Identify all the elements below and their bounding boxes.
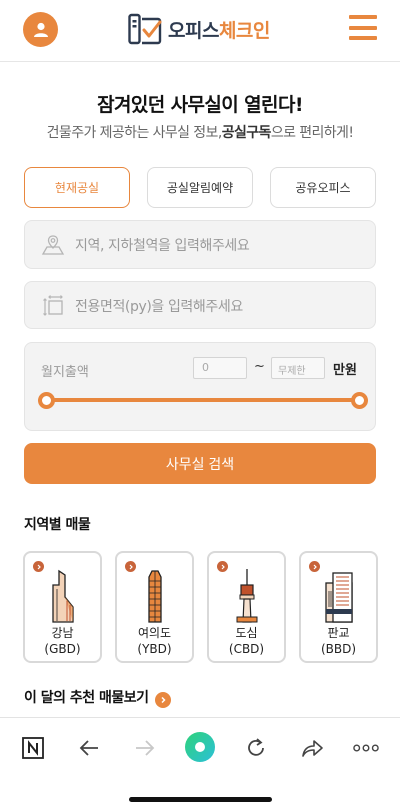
region-code: (BBD)	[320, 642, 357, 656]
app-header: 오피스체크인	[0, 0, 400, 62]
rent-unit: 만원	[333, 363, 357, 378]
tab-current-vacancy[interactable]: 현재공실	[24, 167, 130, 208]
area-measure-icon	[41, 294, 65, 318]
rent-max-input[interactable]: 무제한	[271, 357, 325, 379]
region-card-gangnam[interactable]: 강남 (GBD)	[23, 551, 102, 663]
logo-text-accent: 체크인	[218, 19, 270, 42]
rent-label: 월지출액	[41, 365, 89, 380]
region-code: (YBD)	[137, 642, 172, 656]
office-search-button[interactable]: 사무실 검색	[24, 443, 376, 484]
tab-shared-office[interactable]: 공유오피스	[270, 167, 376, 208]
chevron-right-icon	[154, 692, 171, 708]
region-card-cbd[interactable]: 도심 (CBD)	[207, 551, 286, 663]
user-avatar-icon[interactable]	[23, 12, 58, 47]
region-card-yeouido[interactable]: 여의도 (YBD)	[115, 551, 194, 663]
subtitle-prefix: 건물주가 제공하는 사무실 정보,	[46, 125, 223, 141]
region-code: (GBD)	[44, 642, 81, 656]
region-name: 판교 (BBD)	[301, 625, 376, 657]
region-code: (CBD)	[228, 642, 265, 656]
hamburger-menu-icon[interactable]	[349, 15, 377, 40]
share-icon[interactable]	[299, 735, 325, 761]
regions-title: 지역별 매물	[24, 517, 91, 533]
green-dot-icon[interactable]	[184, 731, 216, 763]
office-checkin-logo[interactable]: 오피스체크인	[128, 13, 270, 45]
logo-mark-icon	[128, 13, 162, 45]
more-dots-icon[interactable]	[353, 735, 379, 761]
region-name: 강남 (GBD)	[25, 625, 100, 657]
rent-slider-max-handle[interactable]	[351, 392, 368, 409]
pangyo-building-icon	[319, 567, 359, 623]
monthly-rent-filter: 월지출액 0 ~ 무제한 만원	[24, 342, 376, 431]
region-label: 여의도	[137, 626, 172, 640]
rent-min-input[interactable]: 0	[193, 357, 247, 379]
subtitle-suffix: 으로 편리하게!	[270, 125, 354, 141]
region-label: 판교	[327, 626, 350, 640]
region-label: 강남	[51, 626, 74, 640]
back-arrow-icon[interactable]	[76, 735, 102, 761]
region-name: 도심 (CBD)	[209, 625, 284, 657]
reload-icon[interactable]	[243, 735, 269, 761]
region-label: 도심	[235, 626, 258, 640]
area-input[interactable]: 전용면적(py)을 입력해주세요	[24, 281, 376, 329]
map-pin-icon	[41, 233, 65, 257]
rent-tilde: ~	[254, 359, 265, 374]
location-search-input[interactable]: 지역, 지하철역을 입력해주세요	[24, 220, 376, 269]
rent-slider-track[interactable]	[47, 398, 359, 402]
hero-title: 잠겨있던 사무실이 열린다!	[97, 94, 303, 116]
logo-text-main: 오피스	[168, 19, 219, 42]
region-card-pangyo[interactable]: 판교 (BBD)	[299, 551, 378, 663]
home-indicator[interactable]	[129, 797, 272, 802]
forward-arrow-icon[interactable]	[132, 735, 158, 761]
hero-subtitle: 건물주가 제공하는 사무실 정보,공실구독으로 편리하게!	[0, 122, 400, 142]
rent-slider-min-handle[interactable]	[38, 392, 55, 409]
region-name: 여의도 (YBD)	[117, 625, 192, 657]
naver-n-icon[interactable]	[20, 735, 46, 761]
location-placeholder: 지역, 지하철역을 입력해주세요	[75, 238, 250, 254]
logo-text: 오피스체크인	[168, 16, 270, 43]
recommend-link[interactable]: 이 달의 추천 매물보기	[24, 687, 171, 708]
namsan-tower-icon	[227, 567, 267, 623]
browser-toolbar	[0, 717, 400, 810]
recommend-title: 이 달의 추천 매물보기	[24, 690, 149, 706]
area-placeholder: 전용면적(py)을 입력해주세요	[75, 299, 243, 315]
yeouido-tower-icon	[135, 567, 175, 623]
gangnam-building-icon	[43, 567, 83, 623]
tab-vacancy-alert[interactable]: 공실알림예약	[147, 167, 253, 208]
subtitle-bold: 공실구독	[221, 125, 272, 141]
